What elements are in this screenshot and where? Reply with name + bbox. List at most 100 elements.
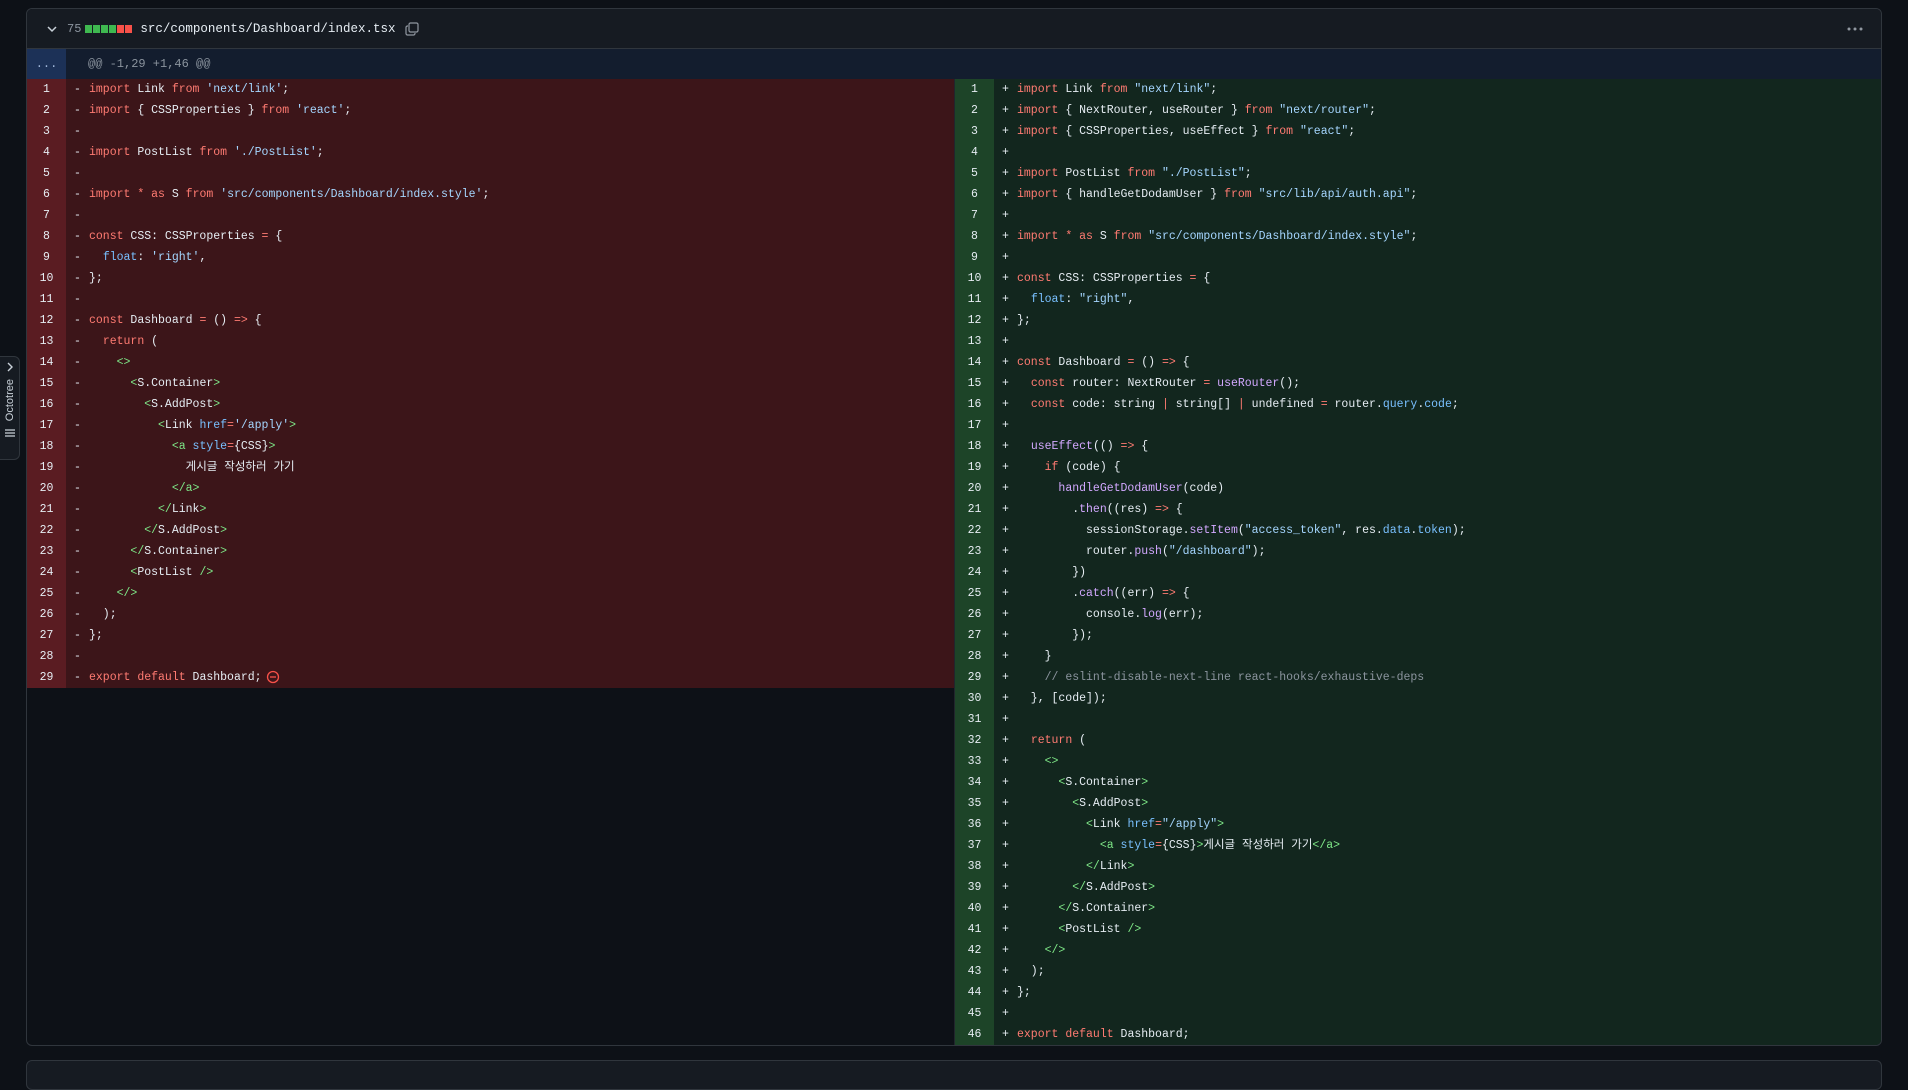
line-number[interactable]: 21 <box>27 499 66 520</box>
diffstat-square <box>101 24 109 33</box>
line-number[interactable]: 12 <box>955 310 994 331</box>
code-token: { <box>268 230 283 243</box>
line-number[interactable]: 23 <box>27 541 66 562</box>
line-number[interactable]: 17 <box>27 415 66 436</box>
collapse-file-button[interactable] <box>43 20 61 38</box>
diff-sign: + <box>1002 587 1009 600</box>
code-token: , <box>199 251 207 264</box>
line-number[interactable]: 19 <box>27 457 66 478</box>
line-number[interactable]: 42 <box>955 940 994 961</box>
line-number[interactable]: 38 <box>955 856 994 877</box>
line-number[interactable]: 14 <box>27 352 66 373</box>
line-number[interactable]: 13 <box>27 331 66 352</box>
code-token: S.AddPost <box>1079 797 1142 810</box>
line-number[interactable]: 15 <box>27 373 66 394</box>
line-number[interactable]: 45 <box>955 1003 994 1024</box>
line-number[interactable]: 29 <box>955 667 994 688</box>
line-number[interactable]: 30 <box>955 688 994 709</box>
line-number[interactable]: 23 <box>955 541 994 562</box>
line-number[interactable]: 3 <box>27 121 66 142</box>
line-number[interactable]: 3 <box>955 121 994 142</box>
line-number[interactable]: 44 <box>955 982 994 1003</box>
line-number[interactable]: 20 <box>27 478 66 499</box>
line-number[interactable]: 13 <box>955 331 994 352</box>
line-number[interactable]: 24 <box>955 562 994 583</box>
line-number[interactable]: 8 <box>27 226 66 247</box>
line-number[interactable]: 5 <box>955 163 994 184</box>
line-number[interactable]: 16 <box>27 394 66 415</box>
line-number[interactable]: 31 <box>955 709 994 730</box>
octotree-sidebar-toggle[interactable]: Octotree <box>0 356 20 460</box>
line-number[interactable]: 25 <box>27 583 66 604</box>
line-number[interactable]: 11 <box>955 289 994 310</box>
added-line-row: 43 + ); <box>955 961 1881 982</box>
more-options-button[interactable] <box>1841 17 1869 41</box>
line-number[interactable]: 18 <box>955 436 994 457</box>
line-number[interactable]: 21 <box>955 499 994 520</box>
code-token: log <box>1141 608 1162 621</box>
code-token: code <box>1424 398 1452 411</box>
diff-sign: + <box>1002 902 1009 915</box>
line-number[interactable]: 29 <box>27 667 66 688</box>
line-number[interactable]: 24 <box>27 562 66 583</box>
line-number[interactable]: 40 <box>955 898 994 919</box>
line-number[interactable]: 22 <box>955 520 994 541</box>
line-number[interactable]: 15 <box>955 373 994 394</box>
line-number[interactable]: 17 <box>955 415 994 436</box>
line-number[interactable]: 8 <box>955 226 994 247</box>
line-number[interactable]: 12 <box>27 310 66 331</box>
line-number[interactable]: 27 <box>955 625 994 646</box>
line-number[interactable]: 4 <box>27 142 66 163</box>
line-number[interactable]: 26 <box>27 604 66 625</box>
line-number[interactable]: 9 <box>27 247 66 268</box>
line-number[interactable]: 34 <box>955 772 994 793</box>
line-number[interactable]: 26 <box>955 604 994 625</box>
line-number[interactable]: 36 <box>955 814 994 835</box>
line-number[interactable]: 39 <box>955 877 994 898</box>
code-line: +}; <box>994 982 1881 1003</box>
code-line: + const router: NextRouter = useRouter()… <box>994 373 1881 394</box>
line-number[interactable]: 25 <box>955 583 994 604</box>
line-number[interactable]: 32 <box>955 730 994 751</box>
line-number[interactable]: 41 <box>955 919 994 940</box>
line-number[interactable]: 10 <box>955 268 994 289</box>
line-number[interactable]: 20 <box>955 478 994 499</box>
line-number[interactable]: 2 <box>27 100 66 121</box>
line-number[interactable]: 2 <box>955 100 994 121</box>
line-number[interactable]: 9 <box>955 247 994 268</box>
line-number[interactable]: 7 <box>955 205 994 226</box>
line-number[interactable]: 27 <box>27 625 66 646</box>
line-number[interactable]: 5 <box>27 163 66 184</box>
code-line: - </S.AddPost> <box>66 520 954 541</box>
line-number[interactable]: 22 <box>27 520 66 541</box>
line-number[interactable]: 1 <box>27 79 66 100</box>
added-line-row: 17 + <box>955 415 1881 436</box>
line-number[interactable]: 6 <box>955 184 994 205</box>
line-number[interactable]: 10 <box>27 268 66 289</box>
line-number[interactable]: 7 <box>27 205 66 226</box>
file-path[interactable]: src/components/Dashboard/index.tsx <box>140 22 395 36</box>
line-number[interactable]: 43 <box>955 961 994 982</box>
line-number[interactable]: 4 <box>955 142 994 163</box>
line-number[interactable]: 11 <box>27 289 66 310</box>
line-number[interactable]: 6 <box>27 184 66 205</box>
line-number[interactable]: 37 <box>955 835 994 856</box>
code-token: S.Container <box>1065 776 1142 789</box>
deleted-line-row: 11- <box>27 289 954 310</box>
expand-hunk-button[interactable]: ... <box>27 49 66 79</box>
line-number[interactable]: 28 <box>27 646 66 667</box>
added-line-row: 27 + }); <box>955 625 1881 646</box>
line-number[interactable]: 33 <box>955 751 994 772</box>
code-line: - <S.AddPost> <box>66 394 954 415</box>
line-number[interactable]: 46 <box>955 1024 994 1045</box>
line-number[interactable]: 28 <box>955 646 994 667</box>
line-number[interactable]: 18 <box>27 436 66 457</box>
line-number[interactable]: 1 <box>955 79 994 100</box>
code-token: { <box>1134 440 1149 453</box>
line-number[interactable]: 35 <box>955 793 994 814</box>
line-number[interactable]: 19 <box>955 457 994 478</box>
line-number[interactable]: 16 <box>955 394 994 415</box>
line-number[interactable]: 14 <box>955 352 994 373</box>
copy-path-button[interactable] <box>403 20 421 38</box>
